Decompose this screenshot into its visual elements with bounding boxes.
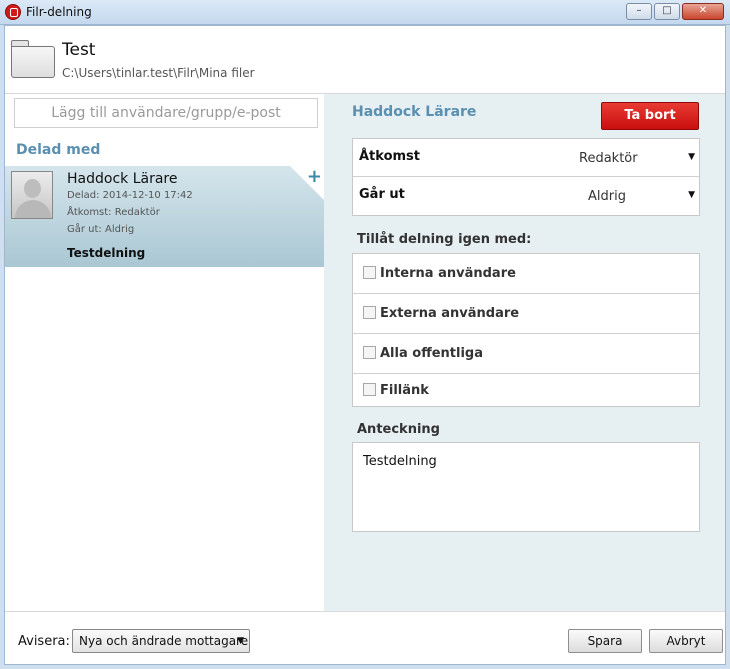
reshare-filelink-checkbox[interactable] <box>363 383 376 396</box>
expires-select-value[interactable]: Aldrig <box>588 189 626 204</box>
reshare-internal-label: Interna användare <box>380 266 516 281</box>
window-title: Filr-delning <box>26 5 92 19</box>
share-expires: Går ut: Aldrig <box>67 224 134 235</box>
share-date: Delad: 2014-12-10 17:42 <box>67 190 193 201</box>
reshare-filelink-label: Fillänk <box>380 383 429 398</box>
share-expires-key: Går ut: <box>67 224 102 235</box>
reshare-external-row[interactable]: Externa användare <box>353 294 699 334</box>
save-button[interactable]: Spara <box>568 629 642 653</box>
note-heading: Anteckning <box>357 422 440 437</box>
expires-label: Går ut <box>359 187 405 202</box>
minimize-button[interactable]: – <box>626 3 652 20</box>
chevron-down-icon[interactable]: ▼ <box>688 190 695 200</box>
remove-button[interactable]: Ta bort <box>601 102 699 130</box>
share-access-key: Åtkomst: <box>67 207 112 218</box>
expires-row[interactable]: Går ut Aldrig ▼ <box>353 177 699 215</box>
access-label: Åtkomst <box>359 149 421 164</box>
shared-with-heading: Delad med <box>16 142 101 158</box>
access-box: Åtkomst Redaktör ▼ Går ut Aldrig ▼ <box>352 138 700 216</box>
notify-label: Avisera: <box>18 634 70 649</box>
reshare-public-label: Alla offentliga <box>380 346 484 361</box>
file-title: Test <box>62 40 96 60</box>
share-list-item[interactable]: + Haddock Lärare Delad: 2014-12-10 17:42… <box>5 166 324 267</box>
folder-icon <box>11 40 55 78</box>
share-list-panel: Delad med + Haddock Lärare Delad: 2014-1… <box>5 94 324 611</box>
reshare-filelink-row[interactable]: Fillänk <box>353 374 699 406</box>
file-header: Test C:\Users\tinlar.test\Filr\Mina file… <box>5 26 725 94</box>
share-note: Testdelning <box>67 246 146 260</box>
reshare-external-checkbox[interactable] <box>363 306 376 319</box>
maximize-button[interactable]: □ <box>654 3 680 20</box>
reshare-box: Interna användare Externa användare Alla… <box>352 253 700 407</box>
window-controls: – □ ✕ <box>626 3 724 20</box>
chevron-down-icon: ▼ <box>237 636 244 646</box>
access-select-value[interactable]: Redaktör <box>579 151 638 166</box>
filr-app-icon <box>5 4 21 20</box>
reshare-heading: Tillåt delning igen med: <box>357 232 532 247</box>
add-user-input[interactable] <box>14 98 318 128</box>
chevron-down-icon[interactable]: ▼ <box>688 152 695 162</box>
plus-icon[interactable]: + <box>307 166 322 187</box>
share-access: Åtkomst: Redaktör <box>67 207 160 218</box>
share-expires-value: Aldrig <box>104 224 135 235</box>
recipient-name-heading: Haddock Lärare <box>352 104 477 120</box>
dialog-footer: Avisera: Nya och ändrade mottagare ▼ Spa… <box>5 611 725 664</box>
dialog-client-area: Test C:\Users\tinlar.test\Filr\Mina file… <box>4 25 726 665</box>
notify-select-value: Nya och ändrade mottagare <box>79 634 249 648</box>
share-recipient-name: Haddock Lärare <box>67 171 178 187</box>
reshare-public-row[interactable]: Alla offentliga <box>353 334 699 374</box>
title-bar: Filr-delning – □ ✕ <box>0 0 730 25</box>
notify-select[interactable]: Nya och ändrade mottagare ▼ <box>72 629 250 653</box>
note-textarea[interactable]: Testdelning <box>352 442 700 532</box>
reshare-internal-checkbox[interactable] <box>363 266 376 279</box>
access-row[interactable]: Åtkomst Redaktör ▼ <box>353 139 699 177</box>
reshare-internal-row[interactable]: Interna användare <box>353 254 699 294</box>
reshare-public-checkbox[interactable] <box>363 346 376 359</box>
share-details-panel: Haddock Lärare Ta bort Åtkomst Redaktör … <box>324 94 725 611</box>
share-access-value: Redaktör <box>114 207 160 218</box>
avatar <box>11 171 53 219</box>
reshare-external-label: Externa användare <box>380 306 520 321</box>
close-button[interactable]: ✕ <box>682 3 724 20</box>
file-path: C:\Users\tinlar.test\Filr\Mina filer <box>62 66 255 80</box>
cancel-button[interactable]: Avbryt <box>649 629 723 653</box>
